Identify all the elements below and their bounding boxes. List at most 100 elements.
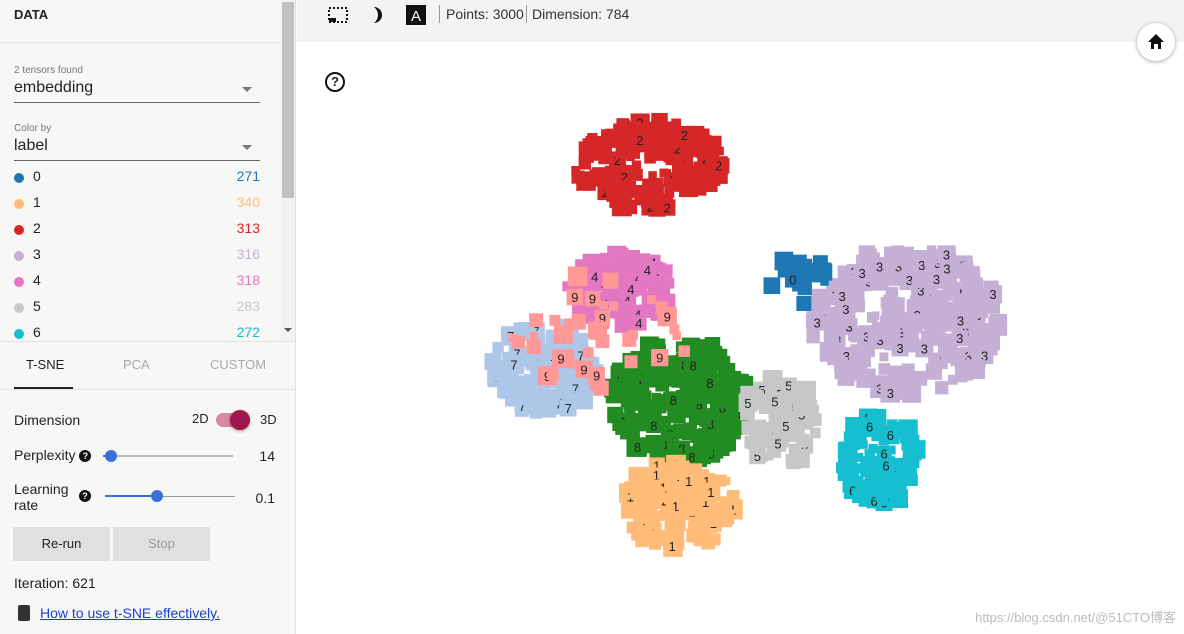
point-label-3[interactable] — [891, 310, 902, 321]
point-label-3[interactable] — [879, 352, 889, 362]
point-label-3[interactable] — [912, 275, 925, 289]
point-label-4[interactable] — [599, 252, 615, 268]
point-label-5[interactable] — [793, 397, 810, 415]
point-label-1[interactable] — [629, 485, 643, 499]
point-label-8[interactable] — [625, 415, 637, 427]
point-label-5[interactable] — [768, 372, 780, 384]
point-label-8[interactable] — [699, 414, 712, 427]
point-label-3[interactable] — [925, 363, 943, 380]
point-label-8[interactable] — [659, 366, 673, 380]
point-label-8[interactable] — [681, 424, 697, 441]
point-label-2[interactable] — [577, 172, 592, 188]
point-label-2[interactable] — [689, 129, 701, 140]
point-label-2[interactable] — [648, 171, 657, 180]
scrollbar[interactable] — [281, 0, 295, 340]
point-label-6[interactable] — [908, 453, 920, 465]
rerun-button[interactable]: Re-run — [13, 527, 110, 561]
point-label-8[interactable] — [730, 393, 740, 403]
point-label-4[interactable] — [663, 278, 675, 289]
point-label-1[interactable] — [722, 476, 731, 486]
point-label-7[interactable] — [491, 370, 502, 381]
point-label-5[interactable] — [785, 454, 795, 464]
point-label-3[interactable] — [935, 381, 949, 395]
label-toggle-icon[interactable]: A — [405, 5, 427, 25]
legend-item-4[interactable]: 4 318 — [14, 272, 260, 292]
scrollbar-thumb[interactable] — [282, 2, 294, 198]
point-label-1[interactable] — [674, 520, 686, 532]
legend-item-3[interactable]: 3 316 — [14, 246, 260, 266]
point-label-2[interactable] — [579, 148, 594, 163]
point-label-3[interactable] — [883, 246, 897, 260]
point-label-3[interactable] — [850, 344, 862, 356]
point-label-3[interactable] — [961, 261, 974, 274]
point-label-1[interactable] — [683, 505, 695, 517]
point-label-4[interactable] — [648, 275, 662, 289]
point-label-2[interactable] — [659, 168, 669, 178]
point-label-8[interactable] — [721, 370, 742, 391]
point-label-6[interactable] — [878, 487, 891, 499]
point-label-0[interactable] — [763, 277, 781, 295]
point-label-9[interactable] — [672, 331, 681, 341]
point-label-3[interactable] — [895, 253, 908, 267]
point-label-2[interactable] — [628, 148, 638, 158]
point-label-2[interactable] — [671, 160, 690, 178]
point-label-1[interactable] — [719, 509, 735, 525]
point-label-2[interactable] — [604, 165, 616, 177]
tab-tsne[interactable]: T-SNE — [26, 357, 64, 372]
point-label-3[interactable] — [952, 293, 964, 304]
point-label-9[interactable] — [549, 314, 561, 326]
point-label-1[interactable] — [644, 473, 655, 484]
point-label-9[interactable] — [529, 331, 538, 340]
point-label-2[interactable] — [648, 133, 662, 147]
help-icon[interactable]: ? — [79, 450, 92, 462]
point-label-1[interactable] — [726, 490, 740, 503]
point-label-5[interactable] — [752, 425, 765, 438]
tensor-select[interactable]: embedding — [14, 79, 260, 103]
point-label-9[interactable] — [567, 266, 588, 287]
point-label-6[interactable] — [901, 441, 911, 451]
point-label-3[interactable] — [878, 363, 890, 375]
point-label-1[interactable] — [665, 507, 676, 518]
dimension-toggle[interactable] — [216, 410, 250, 430]
point-label-3[interactable] — [903, 313, 924, 334]
perplexity-slider[interactable] — [103, 450, 233, 462]
point-label-9[interactable] — [526, 339, 542, 354]
point-label-0[interactable] — [783, 256, 798, 271]
point-label-1[interactable] — [687, 523, 700, 536]
point-label-8[interactable] — [655, 443, 665, 453]
point-label-2[interactable] — [665, 121, 674, 130]
point-label-8[interactable] — [644, 405, 658, 418]
point-label-1[interactable] — [699, 536, 709, 546]
tab-custom[interactable]: CUSTOM — [210, 357, 266, 372]
point-label-3[interactable] — [816, 292, 831, 307]
point-label-7[interactable] — [533, 393, 546, 406]
point-label-9[interactable] — [569, 359, 579, 369]
point-label-0[interactable] — [814, 263, 829, 278]
point-label-3[interactable] — [928, 299, 941, 312]
point-label-7[interactable] — [538, 404, 549, 416]
slider-knob[interactable] — [104, 450, 117, 462]
point-label-5[interactable] — [804, 418, 814, 428]
point-label-3[interactable] — [967, 287, 986, 306]
point-label-6[interactable] — [861, 456, 878, 472]
point-label-9[interactable] — [588, 321, 608, 340]
point-label-1[interactable] — [709, 533, 721, 545]
point-label-8[interactable] — [698, 394, 708, 405]
tab-pca[interactable]: PCA — [123, 357, 150, 372]
point-label-5[interactable] — [796, 433, 810, 448]
point-label-8[interactable] — [699, 345, 712, 358]
legend-item-0[interactable]: 0 271 — [14, 168, 260, 188]
point-label-0[interactable] — [803, 258, 813, 268]
help-icon[interactable]: ? — [325, 72, 345, 92]
point-label-9[interactable] — [628, 329, 638, 340]
point-label-6[interactable] — [906, 474, 918, 487]
point-label-9[interactable] — [529, 313, 544, 328]
tsne-help-link[interactable]: How to use t-SNE effectively. — [40, 605, 220, 621]
point-label-8[interactable] — [720, 420, 732, 432]
point-label-1[interactable] — [706, 517, 717, 528]
point-label-3[interactable] — [945, 310, 954, 319]
point-label-9[interactable] — [647, 295, 657, 305]
selection-box-icon[interactable] — [327, 5, 349, 25]
point-label-9[interactable] — [576, 320, 586, 330]
learning-rate-slider[interactable] — [105, 490, 235, 502]
